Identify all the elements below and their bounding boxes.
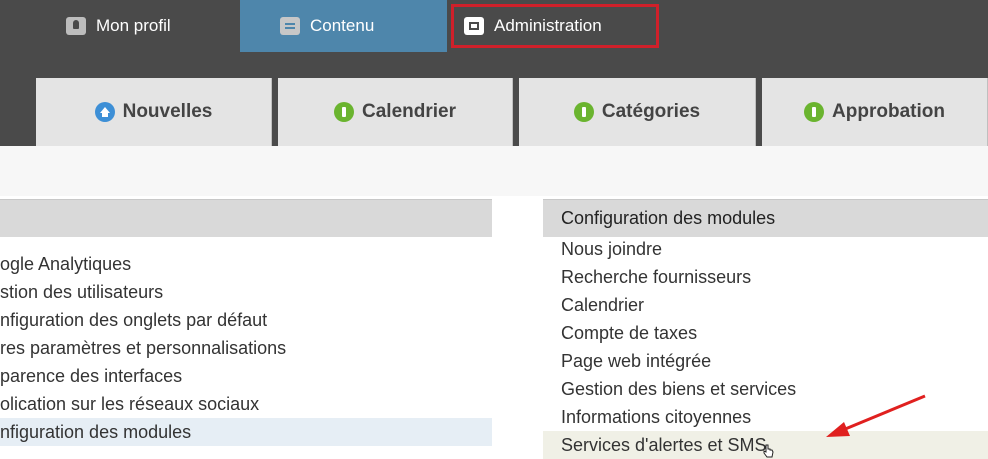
content-spacer bbox=[0, 146, 988, 196]
right-panel-list: Nous joindre Recherche fournisseurs Cale… bbox=[543, 235, 988, 459]
tab-categories-label: Catégories bbox=[601, 101, 701, 122]
admin-icon bbox=[464, 17, 484, 35]
tab-mon-profil[interactable]: Mon profil bbox=[52, 0, 240, 52]
tab-categories[interactable]: Catégories bbox=[519, 78, 756, 146]
tab-approbation-label: Approbation bbox=[832, 101, 945, 122]
list-item[interactable]: Recherche fournisseurs bbox=[543, 263, 988, 291]
tab-approbation[interactable]: Approbation bbox=[762, 78, 988, 146]
person-icon bbox=[66, 17, 86, 35]
top-navigation-bar: Mon profil Contenu Administration bbox=[0, 0, 988, 78]
tab-mon-profil-label: Mon profil bbox=[96, 16, 171, 35]
green-circle-icon bbox=[804, 102, 825, 122]
right-panel-header: Configuration des modules bbox=[543, 199, 988, 237]
tab-nouvelles[interactable]: Nouvelles bbox=[36, 78, 272, 146]
document-icon bbox=[280, 17, 300, 35]
list-item[interactable]: Calendrier bbox=[543, 291, 988, 319]
hand-cursor-icon bbox=[763, 444, 774, 458]
list-item[interactable]: Informations citoyennes bbox=[543, 403, 988, 431]
list-item[interactable]: ogle Analytiques bbox=[0, 250, 492, 278]
list-item[interactable]: res paramètres et personnalisations bbox=[0, 334, 492, 362]
tab-contenu-label: Contenu bbox=[310, 16, 375, 35]
tab-administration-label: Administration bbox=[494, 16, 602, 35]
sub-tabs-bar: Nouvelles Calendrier Catégories Approbat… bbox=[0, 78, 988, 146]
tab-contenu[interactable]: Contenu bbox=[240, 0, 447, 52]
left-panel-list: ogle Analytiques stion des utilisateurs … bbox=[0, 250, 492, 446]
green-circle-icon bbox=[334, 102, 354, 122]
list-item[interactable]: Page web intégrée bbox=[543, 347, 988, 375]
list-item[interactable]: parence des interfaces bbox=[0, 362, 492, 390]
green-circle-icon bbox=[573, 102, 594, 122]
tab-calendrier[interactable]: Calendrier bbox=[278, 78, 513, 146]
tab-calendrier-label: Calendrier bbox=[362, 101, 456, 122]
list-item[interactable]: Nous joindre bbox=[543, 235, 988, 263]
top-bar-band bbox=[0, 56, 988, 78]
left-panel-header bbox=[0, 199, 492, 237]
list-item[interactable]: stion des utilisateurs bbox=[0, 278, 492, 306]
list-item[interactable]: Gestion des biens et services bbox=[543, 375, 988, 403]
home-icon bbox=[94, 102, 115, 122]
list-item-active[interactable]: nfiguration des modules bbox=[0, 418, 492, 446]
tab-nouvelles-label: Nouvelles bbox=[122, 101, 213, 122]
list-item[interactable]: Compte de taxes bbox=[543, 319, 988, 347]
tab-administration[interactable]: Administration bbox=[451, 4, 659, 48]
list-item[interactable]: nfiguration des onglets par défaut bbox=[0, 306, 492, 334]
list-item[interactable]: olication sur les réseaux sociaux bbox=[0, 390, 492, 418]
